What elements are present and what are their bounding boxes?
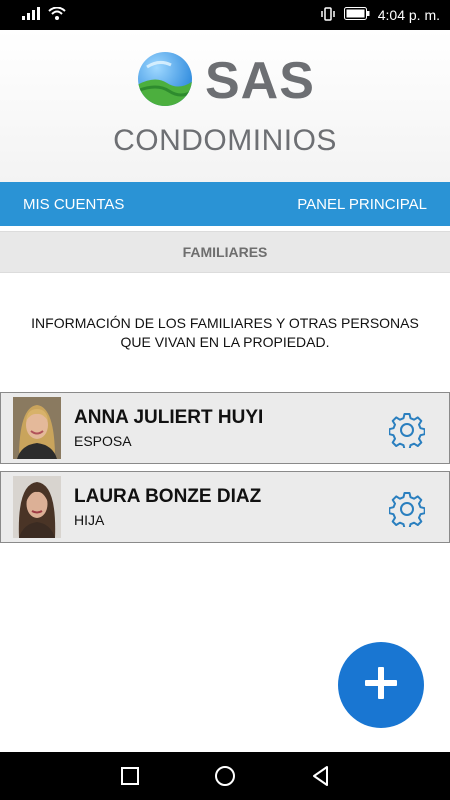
avatar bbox=[13, 476, 61, 538]
avatar bbox=[13, 397, 61, 459]
app-header: SAS CONDOMINIOS bbox=[0, 30, 450, 182]
vibrate-icon bbox=[320, 6, 336, 24]
system-nav-bar bbox=[0, 752, 450, 800]
list-item[interactable]: LAURA BONZE DIAZ HIJA bbox=[0, 471, 450, 543]
nav-main-panel[interactable]: PANEL PRINCIPAL bbox=[297, 196, 427, 213]
status-right: 4:04 p. m. bbox=[320, 6, 440, 24]
intro-text: INFORMACIÓN DE LOS FAMILIARES Y OTRAS PE… bbox=[31, 315, 419, 350]
status-left bbox=[22, 6, 66, 23]
family-list: ANNA JULIERT HUYI ESPOSA LAURA BONZE DIA… bbox=[0, 392, 450, 550]
member-relation: HIJA bbox=[74, 512, 105, 528]
section-title: FAMILIARES bbox=[0, 231, 450, 273]
gear-icon[interactable] bbox=[388, 412, 426, 451]
signal-icon bbox=[22, 7, 40, 23]
add-family-button[interactable] bbox=[338, 642, 424, 728]
logo: SAS bbox=[137, 51, 315, 112]
member-name: ANNA JULIERT HUYI bbox=[74, 407, 264, 428]
member-name: LAURA BONZE DIAZ bbox=[74, 486, 262, 507]
wifi-icon bbox=[48, 6, 66, 23]
member-relation: ESPOSA bbox=[74, 433, 132, 449]
back-icon[interactable] bbox=[309, 764, 333, 788]
status-time: 4:04 p. m. bbox=[377, 7, 440, 23]
app-subtitle: CONDOMINIOS bbox=[113, 124, 337, 157]
list-item[interactable]: ANNA JULIERT HUYI ESPOSA bbox=[0, 392, 450, 464]
home-icon[interactable] bbox=[213, 764, 237, 788]
plus-icon bbox=[363, 665, 399, 706]
status-bar: 4:04 p. m. bbox=[0, 0, 450, 30]
nav-my-accounts[interactable]: MIS CUENTAS bbox=[23, 196, 124, 213]
logo-text: SAS bbox=[205, 52, 315, 110]
battery-icon bbox=[343, 7, 370, 23]
globe-logo-icon bbox=[137, 51, 193, 112]
gear-icon[interactable] bbox=[388, 491, 426, 530]
top-nav: MIS CUENTAS PANEL PRINCIPAL bbox=[0, 182, 450, 226]
recent-apps-icon[interactable] bbox=[118, 764, 142, 788]
